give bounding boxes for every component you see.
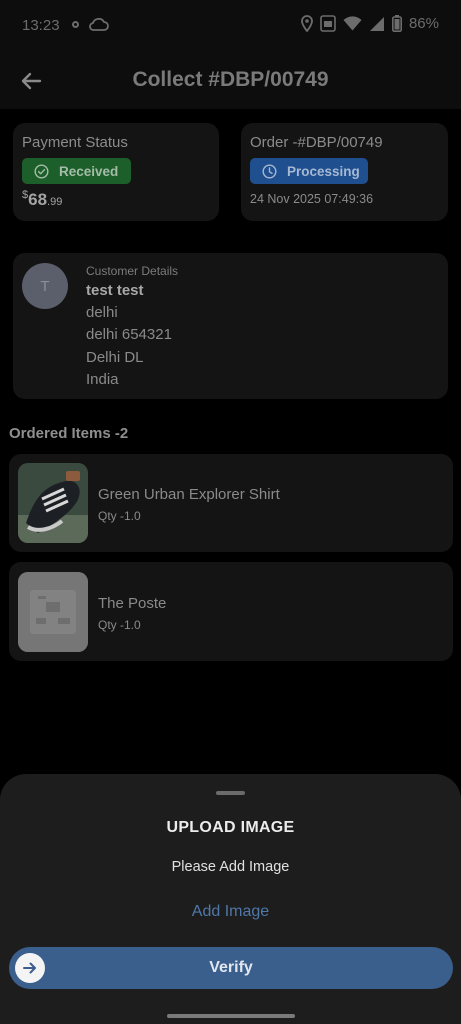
- battery-icon: [391, 15, 402, 32]
- signal-icon: [369, 16, 384, 31]
- verify-button[interactable]: Verify: [9, 947, 453, 989]
- currency-symbol: $: [22, 189, 29, 201]
- customer-address-line: India: [86, 371, 119, 388]
- battery-percent: 86%: [408, 15, 439, 32]
- location-icon: [301, 15, 313, 32]
- order-status-badge: Processing: [250, 158, 368, 184]
- customer-name: test test: [86, 282, 144, 299]
- customer-address-line: Delhi DL: [86, 349, 144, 366]
- poster-image-icon: [18, 572, 88, 652]
- item-qty: Qty -1.0: [98, 618, 141, 632]
- item-name: The Poste: [98, 595, 167, 612]
- avatar: T: [22, 263, 68, 309]
- product-image: [18, 463, 88, 543]
- item-qty: Qty -1.0: [98, 509, 141, 523]
- page-title: Collect #DBP/00749: [132, 68, 329, 91]
- verify-label: Verify: [209, 959, 253, 976]
- customer-address-line: delhi 654321: [86, 326, 172, 343]
- upload-image-sheet: UPLOAD IMAGE Please Add Image Add Image …: [0, 774, 461, 1024]
- customer-address-line: delhi: [86, 304, 118, 321]
- add-image-button[interactable]: Add Image: [170, 903, 291, 921]
- shoe-image-icon: [18, 463, 88, 543]
- item-name: Green Urban Explorer Shirt: [98, 486, 280, 503]
- ordered-items-title: Ordered Items -2: [9, 425, 129, 442]
- payment-status-badge: Received: [22, 158, 131, 184]
- sheet-title: UPLOAD IMAGE: [166, 819, 295, 836]
- payment-status-label: Payment Status: [22, 134, 128, 151]
- home-indicator[interactable]: [167, 1014, 295, 1018]
- status-time: 13:23: [22, 17, 60, 34]
- clock-icon: [262, 163, 277, 179]
- check-circle-icon: [34, 163, 49, 179]
- status-icons: 86%: [301, 15, 439, 32]
- customer-details-card: [13, 253, 448, 399]
- payment-status-text: Received: [59, 163, 119, 179]
- sheet-subtitle: Please Add Image: [171, 859, 290, 875]
- order-datetime: 24 Nov 2025 07:49:36: [250, 192, 374, 206]
- cloud-icon: [89, 17, 109, 31]
- order-number-label: Order -#DBP/00749: [250, 134, 383, 151]
- wifi-icon: [343, 16, 362, 31]
- order-status-text: Processing: [287, 163, 360, 179]
- product-image: [18, 572, 88, 652]
- customer-details-heading: Customer Details: [86, 264, 179, 278]
- amount-whole: 68: [28, 190, 48, 209]
- status-bar: 13:23 86%: [0, 0, 461, 52]
- payment-amount: $68.99: [22, 189, 63, 210]
- notification-dot-icon: [72, 21, 79, 28]
- amount-decimal: .99: [47, 196, 63, 208]
- sim-icon: [320, 15, 336, 32]
- app-bar: Collect #DBP/00749: [0, 52, 461, 109]
- drag-handle[interactable]: [216, 791, 245, 795]
